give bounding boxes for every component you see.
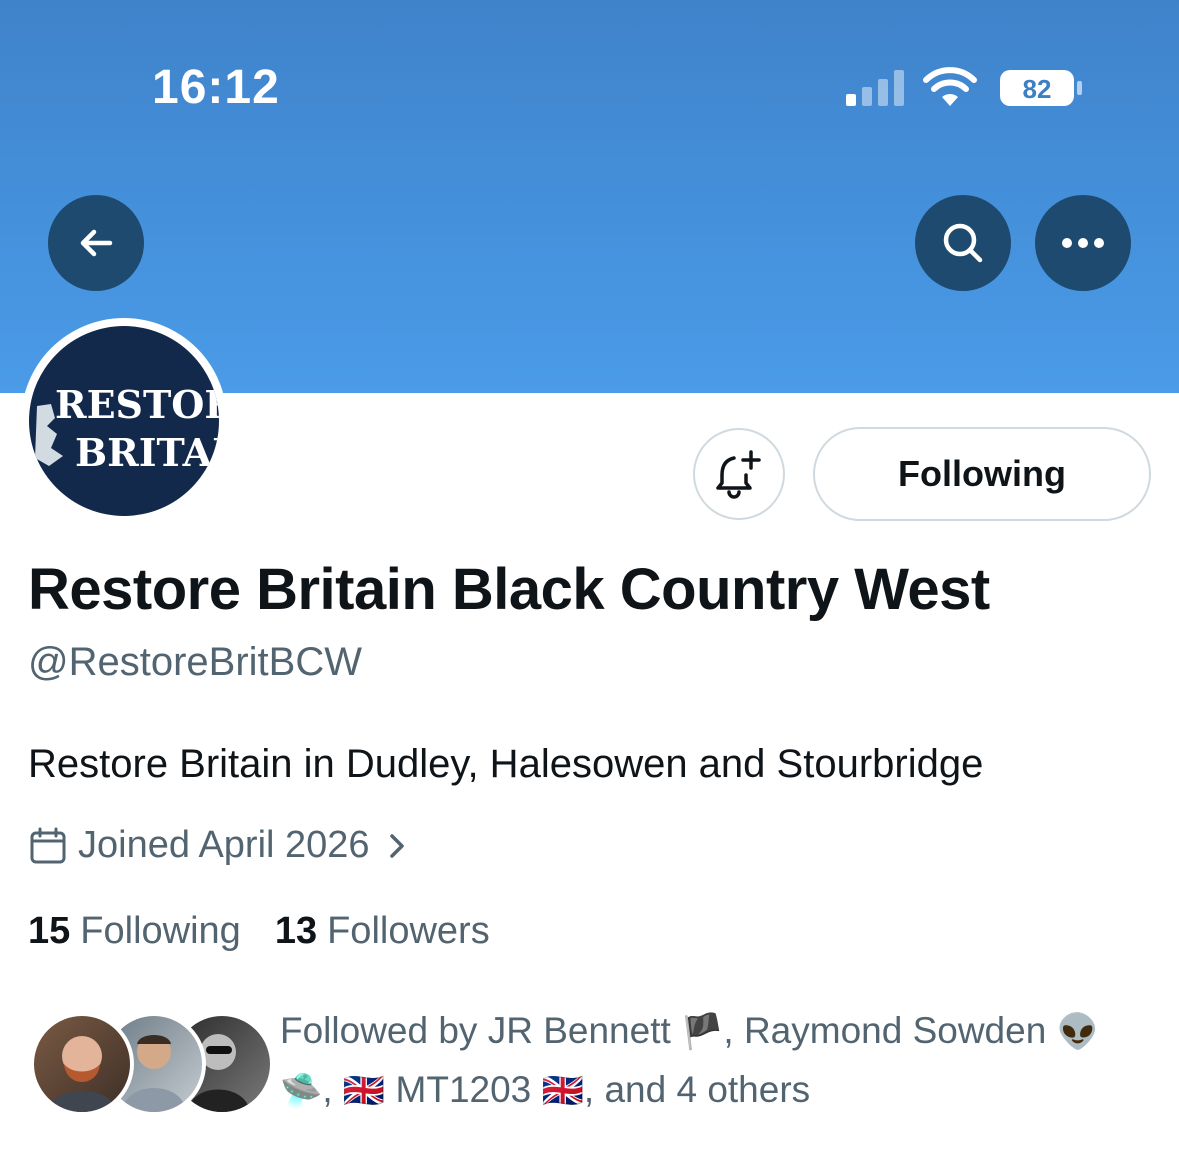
england-flag-icon: 🏴 xyxy=(681,1012,724,1052)
battery-level: 82 xyxy=(1023,74,1052,104)
notifications-bell-button[interactable] xyxy=(693,428,785,520)
following-count-link[interactable]: 15 Following xyxy=(28,910,241,953)
followed-by-separator: , xyxy=(322,1069,333,1110)
wifi-icon xyxy=(923,67,977,106)
uk-flag-icon: 🇬🇧 xyxy=(342,1071,386,1111)
chevron-right-icon xyxy=(389,833,404,858)
followers-label: Followers xyxy=(327,910,490,952)
profile-bio: Restore Britain in Dudley, Halesowen and… xyxy=(28,742,984,786)
following-label: Following xyxy=(80,910,241,952)
joined-date-row[interactable]: Joined April 2026 xyxy=(28,824,422,867)
followers-count-link[interactable]: 13 Followers xyxy=(275,910,490,953)
ufo-emoji: 🛸 xyxy=(280,1071,323,1111)
follower-avatar-1 xyxy=(30,1012,134,1116)
followed-by-prefix: Followed by JR Bennett xyxy=(280,1010,671,1051)
cellular-signal-icon xyxy=(846,70,904,106)
bell-plus-icon xyxy=(716,450,761,499)
status-time: 16:12 xyxy=(152,61,280,114)
battery-icon: 82 xyxy=(1000,70,1082,106)
following-count: 15 xyxy=(28,910,71,952)
alien-emoji: 👽 xyxy=(1056,1012,1099,1052)
display-name: Restore Britain Black Country West xyxy=(28,557,990,622)
search-button[interactable] xyxy=(915,195,1011,291)
followers-count: 13 xyxy=(274,910,318,952)
user-handle: @RestoreBritBCW xyxy=(28,640,362,684)
search-icon xyxy=(943,223,983,263)
followed-by-name3: MT1203 xyxy=(395,1069,532,1110)
avatar-text-line1: RESTORE xyxy=(55,382,219,427)
back-button[interactable] xyxy=(48,195,144,291)
calendar-icon xyxy=(30,827,66,863)
profile-avatar[interactable]: RESTORE BRITAIN xyxy=(21,318,227,524)
followers-you-know-avatars[interactable] xyxy=(30,1012,274,1116)
followed-by-name2: , Raymond Sowden xyxy=(723,1010,1047,1051)
following-button[interactable]: Following xyxy=(813,427,1151,521)
uk-flag-icon-2: 🇬🇧 xyxy=(541,1071,584,1111)
follow-counts: 15 Following 13 Followers xyxy=(28,910,490,953)
more-options-button[interactable] xyxy=(1035,195,1131,291)
avatar-logo: RESTORE BRITAIN xyxy=(29,326,219,516)
followed-by-suffix: , and 4 others xyxy=(583,1069,811,1110)
arrow-left-icon xyxy=(80,229,113,257)
ellipsis-icon xyxy=(1062,238,1104,248)
avatar-text-line2: BRITAIN xyxy=(75,430,219,475)
joined-date: Joined April 2026 xyxy=(78,824,370,866)
followed-by-text[interactable]: Followed by JR Bennett 🏴, Raymond Sowden… xyxy=(280,1002,1160,1120)
